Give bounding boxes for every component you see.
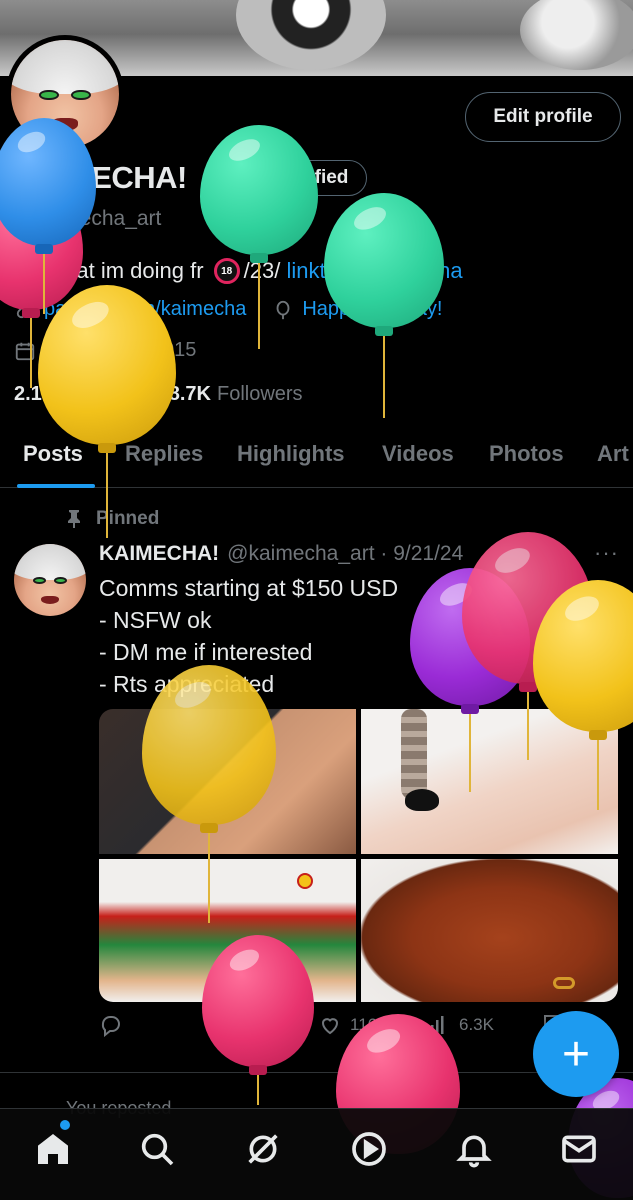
grok-icon[interactable] (243, 1129, 283, 1169)
display-name: KAIMECHA! (14, 160, 187, 195)
reply-button[interactable] (99, 1013, 131, 1037)
website-link[interactable]: patreon.com/kaimecha (44, 298, 246, 321)
birthday-item: Happy birthday! (272, 298, 442, 321)
calendar-icon (15, 342, 35, 360)
pinned-label: Pinned (96, 508, 160, 529)
post-author-handle[interactable]: @kaimecha_art · 9/21/24 (227, 542, 463, 566)
post-more-button[interactable]: ··· (594, 540, 619, 566)
media-image-2[interactable] (361, 709, 618, 854)
active-tab-indicator (17, 484, 95, 488)
repost-button[interactable]: 15 (205, 1013, 256, 1037)
post-line: - Rts appreciated (99, 671, 275, 697)
post-line: - DM me if interested (99, 639, 313, 665)
post-text: Comms starting at $150 USD - NSFW ok - D… (99, 572, 398, 700)
post-avatar[interactable] (14, 544, 86, 616)
like-button[interactable]: 116 (318, 1013, 377, 1037)
birthday-text[interactable]: Happy birthday! (302, 298, 442, 321)
home-icon[interactable] (33, 1129, 73, 1169)
like-count: 116 (350, 1015, 378, 1034)
following-label[interactable]: Following (62, 383, 146, 406)
post-line: - NSFW ok (99, 607, 212, 633)
post-media-grid (99, 709, 618, 1002)
views-button[interactable]: 6.3K (427, 1013, 494, 1037)
get-verified-button[interactable]: ✓ Get verified (202, 160, 368, 196)
bio-link[interactable]: linktr.ee/kaimecha (286, 258, 462, 284)
reply-icon (101, 1016, 120, 1037)
tab-highlights[interactable]: Highlights (237, 441, 345, 467)
post-header: KAIMECHA! @kaimecha_art · 9/21/24 (99, 542, 463, 566)
bio-text: idk what im doing fr (14, 258, 204, 283)
pin-icon (68, 510, 80, 528)
followers-count[interactable]: 8.7K (169, 383, 211, 406)
tab-videos[interactable]: Videos (382, 441, 454, 467)
compose-button[interactable]: + (533, 1011, 619, 1097)
profile-tabs: Posts Replies Highlights Videos Photos A… (0, 432, 633, 488)
tab-posts[interactable]: Posts (23, 441, 83, 467)
bell-icon[interactable] (454, 1129, 494, 1169)
media-image-3[interactable] (99, 859, 356, 1002)
bio-age: /23/ (243, 258, 281, 283)
post-author-name[interactable]: KAIMECHA! (99, 542, 219, 566)
follow-stats: 2.1K Following 8.7K Followers (14, 383, 325, 406)
search-icon[interactable] (137, 1129, 177, 1169)
verified-check-icon: ✓ (215, 168, 236, 188)
followers-label[interactable]: Followers (217, 383, 303, 406)
views-icon (431, 1016, 444, 1034)
edit-profile-button[interactable]: Edit profile (465, 92, 621, 142)
avatar-image (11, 40, 119, 148)
media-image-1[interactable] (99, 709, 356, 854)
display-name-row: KAIMECHA! ✓ Get verified (14, 160, 368, 196)
media-image-4[interactable] (361, 859, 618, 1002)
profile-meta: patreon.com/kaimecha Happy birthday! (14, 298, 468, 321)
no-under-18-label: 18 (221, 265, 233, 277)
post-line: Comms starting at $150 USD (99, 575, 399, 601)
video-icon[interactable] (349, 1129, 389, 1169)
following-count[interactable]: 2.1K (14, 383, 56, 406)
bottom-nav (0, 1108, 633, 1200)
profile-avatar[interactable] (6, 35, 124, 153)
profile-handle: @kaimecha_art (14, 207, 162, 230)
views-count: 6.3K (459, 1015, 494, 1034)
mail-icon[interactable] (559, 1129, 599, 1169)
profile-bio: idk what im doing fr 18 /23/ linktr.ee/k… (14, 258, 463, 284)
joined-text: Joined May 2015 (44, 339, 197, 361)
tab-photos[interactable]: Photos (489, 441, 564, 467)
repost-icon (210, 1016, 224, 1034)
link-icon (16, 301, 34, 318)
post-avatar-image (14, 544, 86, 616)
pinned-indicator: Pinned (66, 508, 159, 530)
no-under-18-icon: 18 (213, 258, 240, 284)
repost-count: 15 (237, 1015, 256, 1034)
get-verified-label: Get verified (243, 167, 349, 188)
joined-date: Joined May 2015 (14, 339, 196, 362)
balloon-yellow-1 (38, 285, 176, 545)
heart-icon (321, 1018, 339, 1035)
tab-art[interactable]: Art (597, 441, 629, 467)
website-item[interactable]: patreon.com/kaimecha (14, 298, 246, 321)
home-notification-dot (60, 1120, 70, 1130)
balloon-icon (276, 300, 290, 319)
tab-replies[interactable]: Replies (125, 441, 203, 467)
